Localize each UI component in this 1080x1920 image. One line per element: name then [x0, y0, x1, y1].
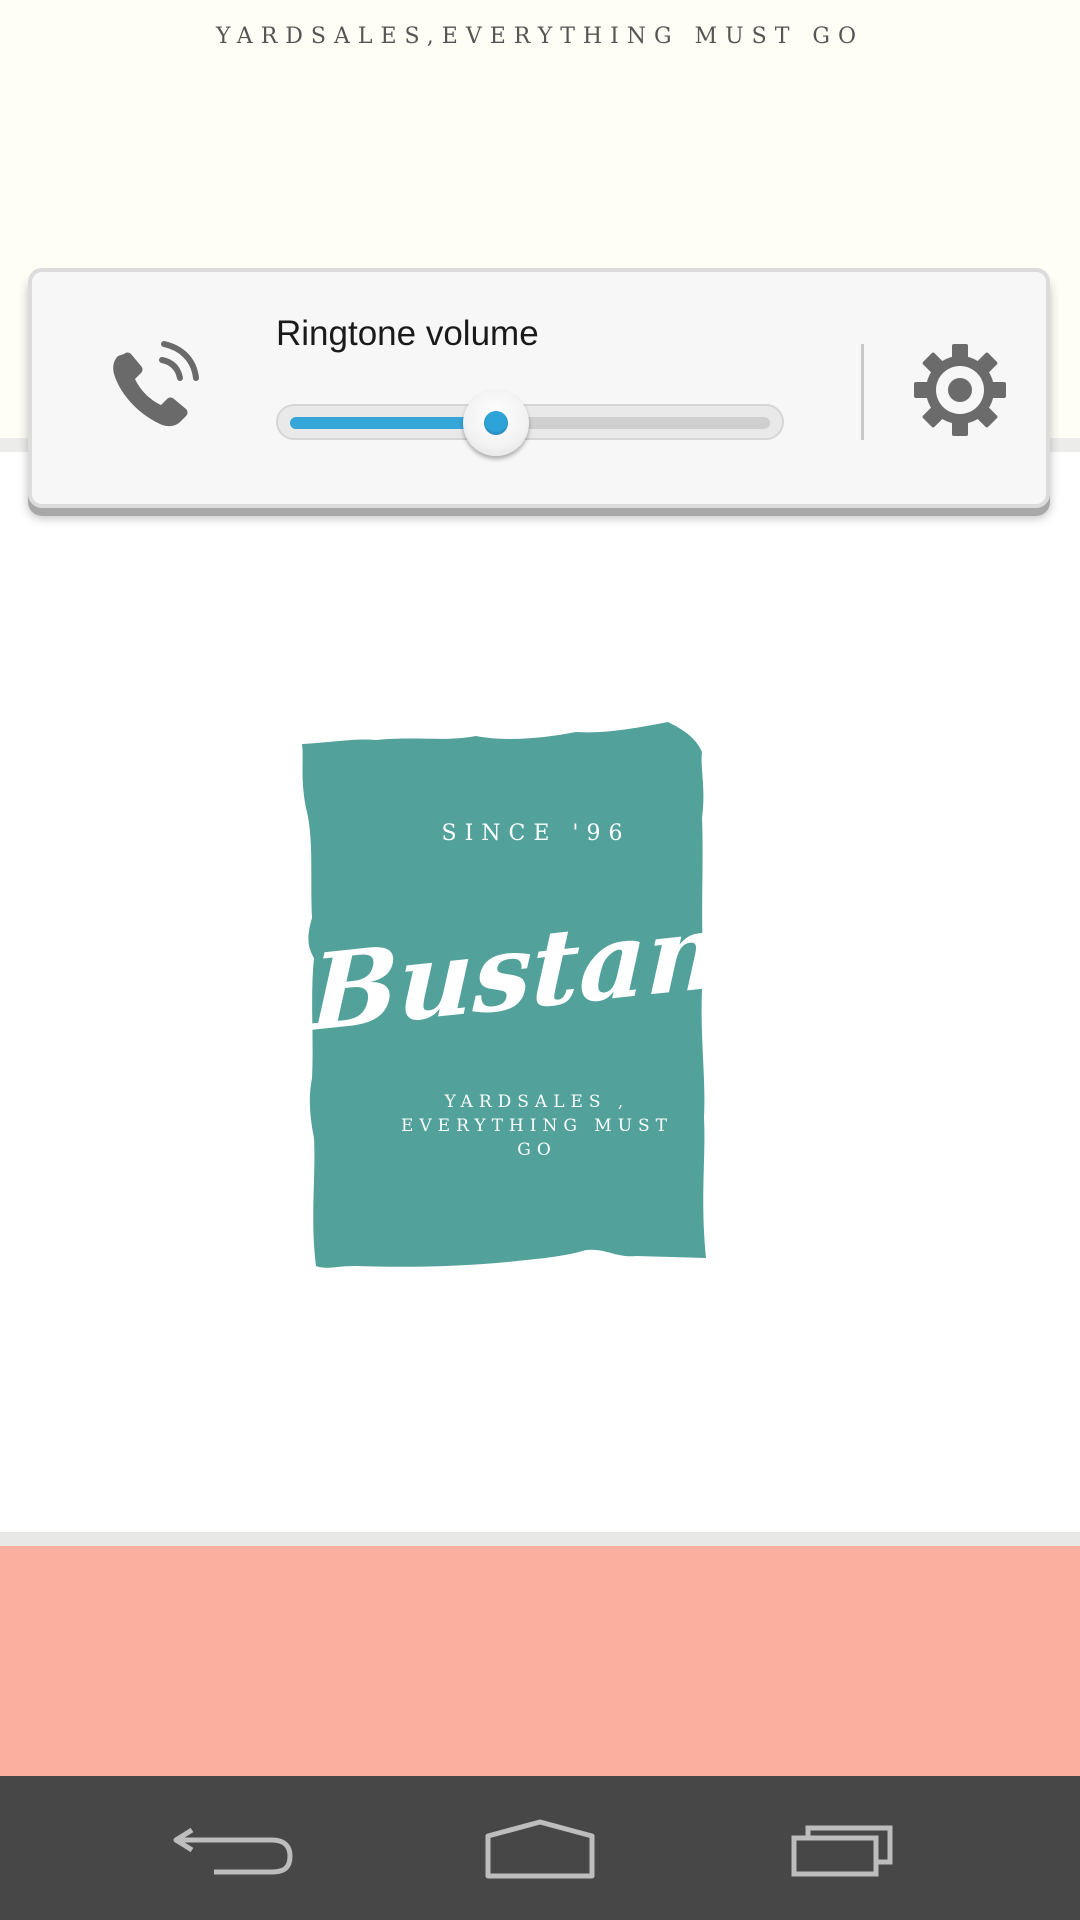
home-button[interactable] [440, 1776, 640, 1920]
header-tagline: YARDSALES,EVERYTHING MUST GO [215, 24, 864, 49]
screen: YARDSALES,EVERYTHING MUST GO Ringtone vo… [0, 0, 1080, 1920]
recents-button[interactable] [740, 1776, 940, 1920]
slider-thumb-dot [484, 411, 509, 435]
panel-divider [861, 344, 864, 440]
volume-dialog: Ringtone volume [28, 268, 1050, 508]
phone-ringing-icon [104, 336, 204, 436]
back-icon [173, 1827, 293, 1875]
recents-icon [791, 1825, 893, 1877]
volume-slider[interactable] [276, 390, 784, 456]
bustani-logo: SINCE '96 Bustani YARDSALES , EVERYTHING… [296, 718, 776, 1270]
divider [0, 1532, 1080, 1546]
logo-tagline: YARDSALES , EVERYTHING MUST GO [400, 1092, 674, 1160]
gear-icon[interactable] [912, 342, 1008, 438]
slider-thumb[interactable] [463, 390, 530, 456]
home-icon [485, 1819, 595, 1879]
navigation-bar [0, 1776, 1080, 1920]
back-button[interactable] [140, 1776, 340, 1920]
volume-label: Ringtone volume [276, 314, 539, 353]
pink-banner [0, 1546, 1080, 1776]
logo-since-text: SINCE '96 [441, 821, 631, 846]
